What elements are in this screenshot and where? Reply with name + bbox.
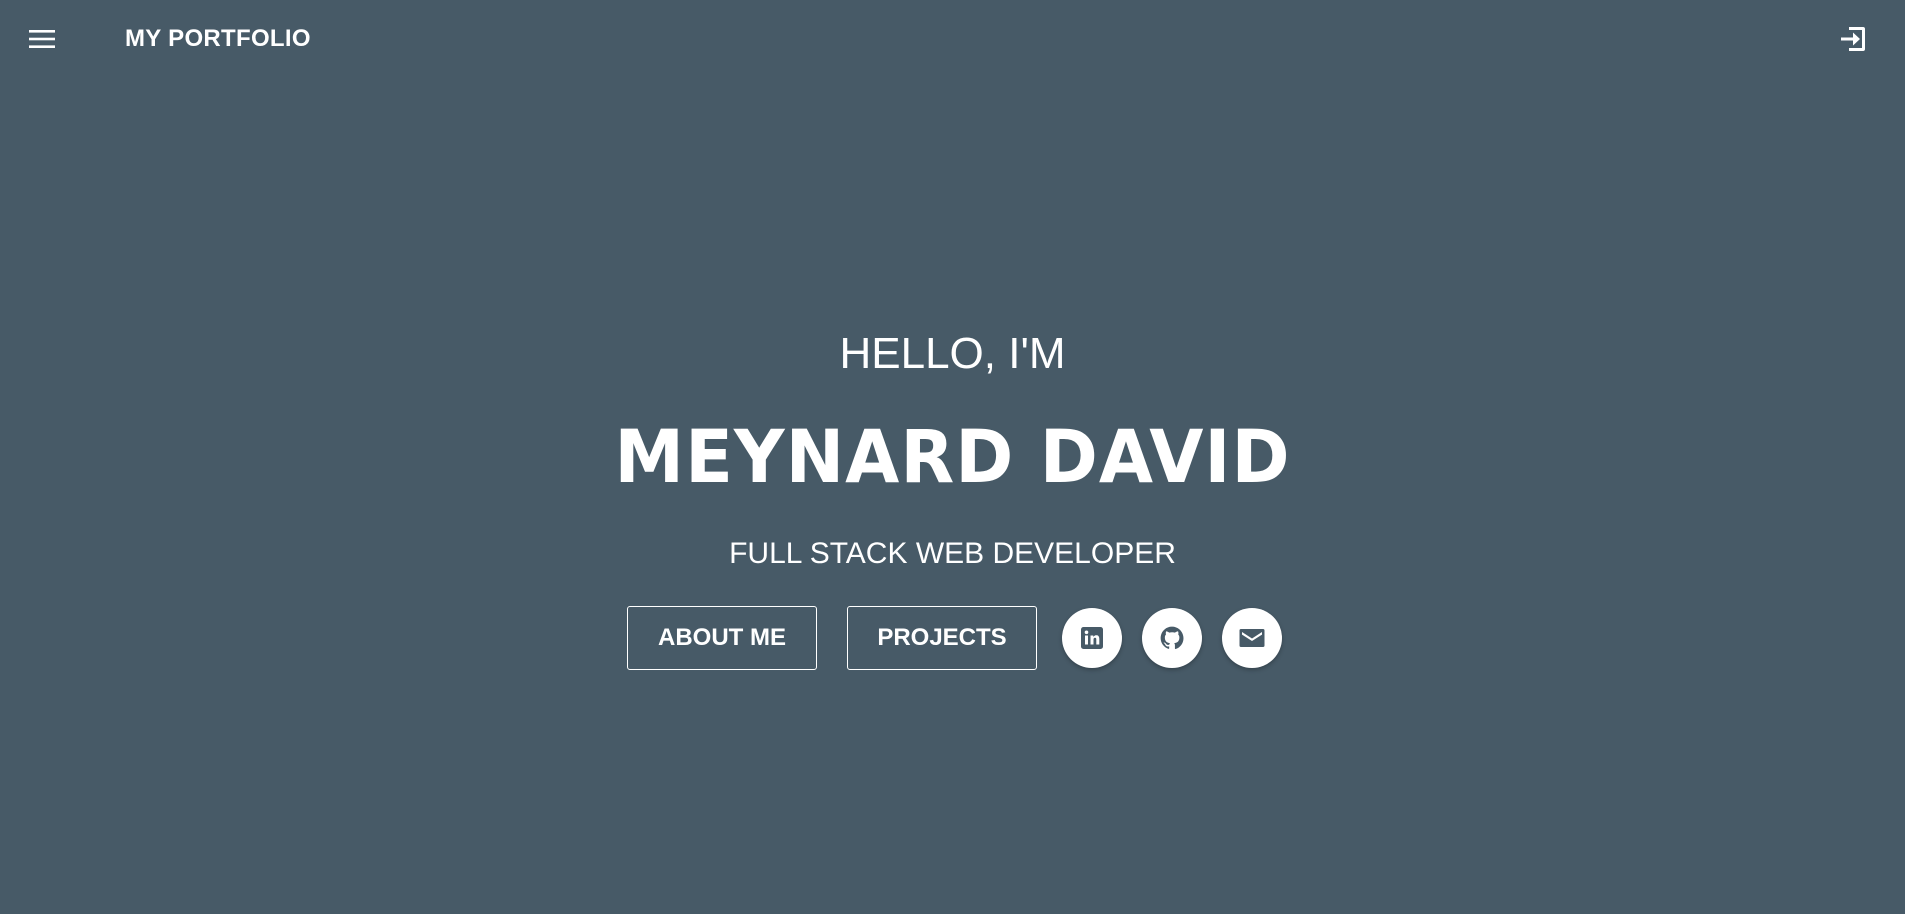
hero-section: HELLO, I'M MEYNARD DAVID FULL STACK WEB … [0,0,1905,914]
email-icon [1239,629,1265,647]
projects-button[interactable]: PROJECTS [847,606,1037,670]
hero-role: FULL STACK WEB DEVELOPER [729,537,1176,570]
email-button[interactable] [1222,608,1282,668]
linkedin-button[interactable] [1062,608,1122,668]
linkedin-icon [1081,627,1103,649]
hero-greeting: HELLO, I'M [839,329,1066,378]
about-me-button[interactable]: ABOUT ME [627,606,817,670]
hero-actions: ABOUT ME PROJECTS [627,606,1282,670]
hero-name: MEYNARD DAVID [614,413,1291,501]
github-icon [1160,626,1184,650]
github-button[interactable] [1142,608,1202,668]
